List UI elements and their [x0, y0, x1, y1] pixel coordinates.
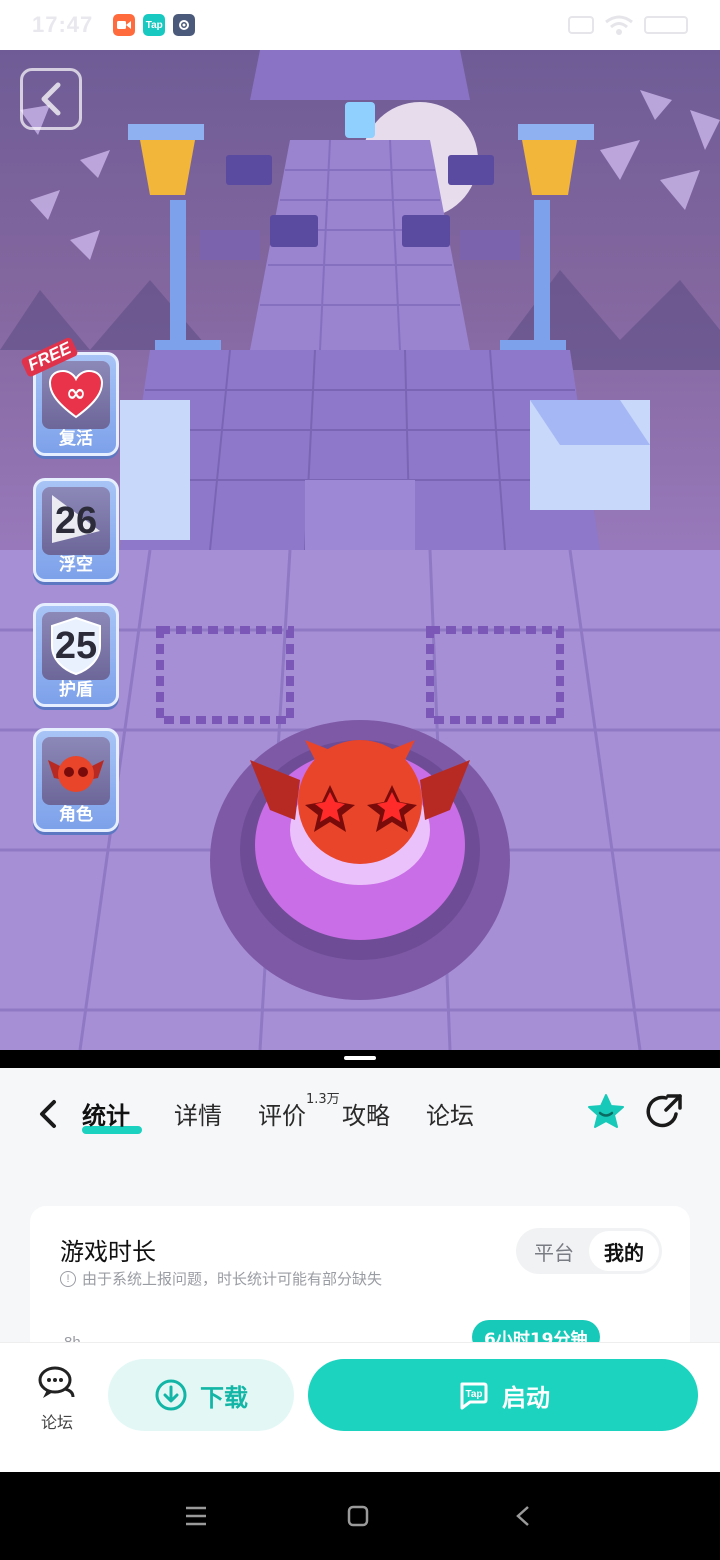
- battery-icon: [644, 16, 688, 34]
- download-icon: [155, 1379, 187, 1411]
- toggle-mine[interactable]: 我的: [589, 1231, 659, 1271]
- powerup-revive[interactable]: ∞ FREE 复活: [20, 336, 119, 456]
- float-icon: 26: [42, 487, 110, 555]
- powerup-float-label: 浮空: [59, 555, 93, 575]
- wifi-icon: [605, 15, 633, 35]
- game-view[interactable]: ∞ FREE 复活 26 浮空 25 护盾 角色: [0, 50, 720, 1050]
- video-recorder-icon: [113, 14, 136, 36]
- taptap-icon: Tap: [143, 14, 166, 36]
- powerup-character-label: 角色: [59, 805, 93, 825]
- tab-reviews[interactable]: 评价: [258, 1096, 306, 1131]
- forum-button[interactable]: 论坛: [26, 1363, 88, 1443]
- tab-stats[interactable]: 统计: [82, 1096, 130, 1131]
- tab-forum[interactable]: 论坛: [426, 1096, 474, 1131]
- menu-icon[interactable]: [184, 1504, 208, 1528]
- action-bar: 论坛 下载 Tap 启动: [0, 1342, 720, 1472]
- shield-icon: 25: [42, 612, 110, 680]
- launch-button[interactable]: Tap 启动: [308, 1359, 698, 1431]
- status-time: 17:47: [32, 12, 94, 37]
- card-note-text: 由于系统上报问题，时长统计可能有部分缺失: [82, 1270, 383, 1288]
- settings-icon: [173, 14, 196, 36]
- platform-toggle: 平台 我的: [516, 1228, 662, 1274]
- download-label: 下载: [200, 1383, 248, 1412]
- launch-icon-text: Tap: [465, 1389, 482, 1400]
- powerup-revive-label: 复活: [59, 429, 93, 449]
- card-note: ! 由于系统上报问题，时长统计可能有部分缺失: [60, 1268, 382, 1289]
- tab-bar: 统计 详情 评价 1.3万 攻略 论坛: [0, 1068, 720, 1158]
- forum-label: 论坛: [40, 1413, 73, 1432]
- taptap-launch-icon: Tap: [460, 1382, 488, 1410]
- toggle-platform[interactable]: 平台: [519, 1231, 589, 1271]
- status-bar: 17:47 Tap: [0, 0, 720, 50]
- powerup-revive-value: ∞: [66, 379, 86, 407]
- powerup-shield-label: 护盾: [59, 680, 93, 700]
- launch-label: 启动: [502, 1383, 550, 1412]
- powerup-float[interactable]: 26 浮空: [33, 478, 119, 582]
- favorite-star-icon[interactable]: [586, 1092, 626, 1132]
- character-icon: [42, 737, 110, 805]
- tab-details[interactable]: 详情: [174, 1096, 222, 1131]
- status-right: [568, 14, 688, 36]
- forum-chat-icon: [38, 1366, 75, 1398]
- home-icon[interactable]: [346, 1504, 370, 1528]
- download-button[interactable]: 下载: [108, 1359, 294, 1431]
- powerup-character[interactable]: 角色: [33, 728, 119, 832]
- info-icon: !: [60, 1270, 76, 1287]
- game-back-button[interactable]: [20, 68, 82, 130]
- powerup-float-count: 26: [54, 499, 98, 542]
- nav-back-icon[interactable]: [512, 1504, 536, 1528]
- split-handle[interactable]: [344, 1056, 376, 1060]
- heart-infinity-icon: ∞: [42, 361, 110, 429]
- reviews-count-badge: 1.3万: [306, 1092, 340, 1107]
- app-root: 17:47 Tap ∞ FREE 复活 26 浮空 25 护盾 角色 统计 详情…: [0, 0, 720, 1560]
- tab-guides[interactable]: 攻略: [342, 1096, 390, 1131]
- system-nav-bar: [0, 1472, 720, 1560]
- powerup-shield-count: 25: [54, 624, 98, 667]
- powerup-shield[interactable]: 25 护盾: [33, 603, 119, 707]
- chevron-left-icon: [41, 82, 61, 116]
- card-title: 游戏时长: [60, 1238, 156, 1266]
- back-arrow-icon[interactable]: [34, 1096, 62, 1132]
- sim-icon: [568, 16, 594, 34]
- share-icon[interactable]: [646, 1092, 686, 1132]
